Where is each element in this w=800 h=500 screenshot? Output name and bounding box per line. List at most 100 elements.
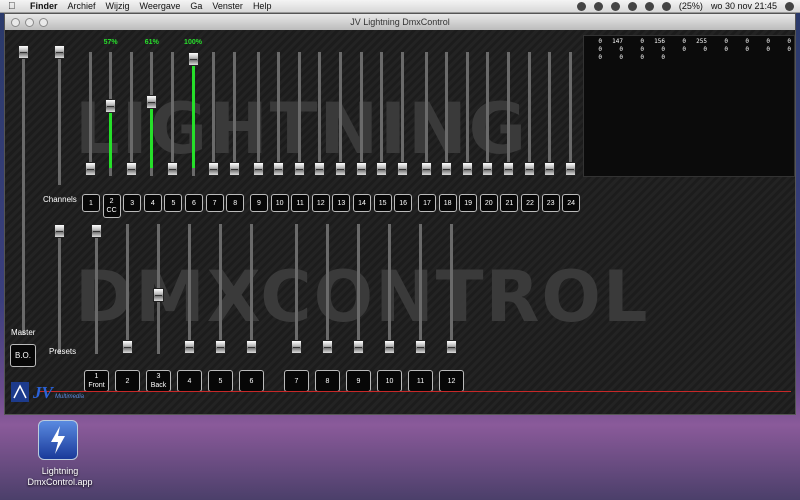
channel-button-8[interactable]: 8 [226,194,245,212]
channel-fader-knob[interactable] [334,162,346,176]
presets-master-fader-knob[interactable] [53,224,65,238]
apple-icon[interactable]:  [8,1,20,12]
channel-fader-20[interactable] [480,52,496,176]
preset-fader-3[interactable] [150,224,166,354]
channel-fader-2[interactable] [103,52,119,176]
menu-ga[interactable]: Ga [190,1,202,11]
master-fader-knob[interactable] [17,45,29,59]
blackout-button[interactable]: B.O. [10,344,36,367]
menu-help[interactable]: Help [253,1,272,11]
channel-fader-6[interactable] [185,52,201,176]
channel-fader-knob[interactable] [396,162,408,176]
channel-fader-19[interactable] [459,52,475,176]
channel-fader-1[interactable] [82,52,98,176]
preset-fader-10[interactable] [381,224,397,354]
preset-fader-knob[interactable] [152,287,164,302]
preset-button-12[interactable]: 12 [439,370,464,392]
preset-fader-knob[interactable] [445,340,457,354]
channel-button-9[interactable]: 9 [250,194,268,212]
preset-fader-9[interactable] [350,224,366,354]
presets-master-fader-presets-master[interactable] [51,224,67,354]
channel-fader-7[interactable] [206,52,222,176]
menu-archief[interactable]: Archief [68,1,96,11]
preset-fader-12[interactable] [443,224,459,354]
channel-button-1[interactable]: 1 [82,194,100,212]
spotlight-icon[interactable] [785,1,794,11]
channel-fader-knob[interactable] [293,162,305,176]
channel-fader-knob[interactable] [146,94,158,109]
preset-fader-knob[interactable] [383,340,395,354]
channel-button-18[interactable]: 18 [438,194,457,212]
sync-icon[interactable] [576,1,586,11]
channel-button-14[interactable]: 14 [353,194,371,212]
channel-button-12[interactable]: 12 [311,194,330,212]
time-machine-icon[interactable] [593,1,603,11]
channel-fader-4[interactable] [144,52,160,176]
title-bar[interactable]: JV Lightning DmxControl [5,14,795,30]
channel-button-21[interactable]: 21 [500,194,519,212]
menu-wijzig[interactable]: Wijzig [106,1,130,11]
channel-fader-23[interactable] [542,52,558,176]
channel-fader-22[interactable] [521,52,537,176]
channel-fader-10[interactable] [271,52,287,176]
channel-fader-18[interactable] [439,52,455,176]
channel-button-7[interactable]: 7 [205,194,224,212]
channel-fader-knob[interactable] [166,162,178,176]
preset-fader-knob[interactable] [214,340,226,354]
channel-button-20[interactable]: 20 [479,194,498,212]
battery-percentage[interactable]: (25%) [679,1,703,11]
channel-button-24[interactable]: 24 [562,194,581,212]
preset-fader-11[interactable] [412,224,428,354]
channel-button-22[interactable]: 22 [521,194,539,212]
channel-fader-13[interactable] [332,52,348,176]
preset-fader-knob[interactable] [414,340,426,354]
channel-fader-21[interactable] [500,52,516,176]
channel-button-10[interactable]: 10 [270,194,289,212]
channel-fader-knob[interactable] [376,162,388,176]
channel-button-3[interactable]: 3 [123,194,142,212]
preset-button-3[interactable]: 3 Back [146,370,171,392]
channel-button-13[interactable]: 13 [332,194,351,212]
channel-fader-3[interactable] [123,52,139,176]
channel-fader-knob[interactable] [355,162,367,176]
channel-fader-knob[interactable] [461,162,473,176]
channel-button-11[interactable]: 11 [291,194,310,212]
channel-button-23[interactable]: 23 [541,194,560,212]
app-icon-label[interactable]: Lightning DmxControl.app [0,466,120,488]
wifi-icon[interactable] [644,1,654,11]
channel-fader-knob[interactable] [187,52,199,66]
channel-fader-knob[interactable] [482,162,494,176]
preset-button-2[interactable]: 2 [115,370,140,392]
preset-fader-knob[interactable] [352,340,364,354]
preset-fader-knob[interactable] [245,340,257,354]
preset-fader-8[interactable] [319,224,335,354]
menubar-clock[interactable]: wo 30 nov 21:45 [711,1,777,11]
channel-fader-knob[interactable] [84,162,96,176]
preset-fader-knob[interactable] [121,340,133,354]
preset-button-4[interactable]: 4 [177,370,202,392]
preset-fader-7[interactable] [288,224,304,354]
channel-button-17[interactable]: 17 [418,194,436,212]
channel-fader-8[interactable] [226,52,242,176]
menu-weergave[interactable]: Weergave [140,1,181,11]
preset-button-6[interactable]: 6 [239,370,264,392]
volume-icon[interactable] [661,1,671,11]
preset-fader-1[interactable] [88,224,104,354]
channel-fader-knob[interactable] [105,99,117,114]
channel-fader-knob[interactable] [420,162,432,176]
preset-button-8[interactable]: 8 [315,370,340,392]
channel-fader-knob[interactable] [208,162,220,176]
channel-button-16[interactable]: 16 [394,194,413,212]
app-icon[interactable] [38,420,78,460]
master-fader-master[interactable] [15,45,31,335]
preset-fader-2[interactable] [119,224,135,354]
preset-fader-knob[interactable] [321,340,333,354]
preset-fader-4[interactable] [181,224,197,354]
channel-fader-9[interactable] [250,52,266,176]
preset-button-10[interactable]: 10 [377,370,402,392]
channel-button-5[interactable]: 5 [164,194,183,212]
channel-fader-knob[interactable] [441,162,453,176]
menu-venster[interactable]: Venster [212,1,243,11]
channel-fader-knob[interactable] [502,162,514,176]
aux-fader-knob[interactable] [53,45,65,59]
